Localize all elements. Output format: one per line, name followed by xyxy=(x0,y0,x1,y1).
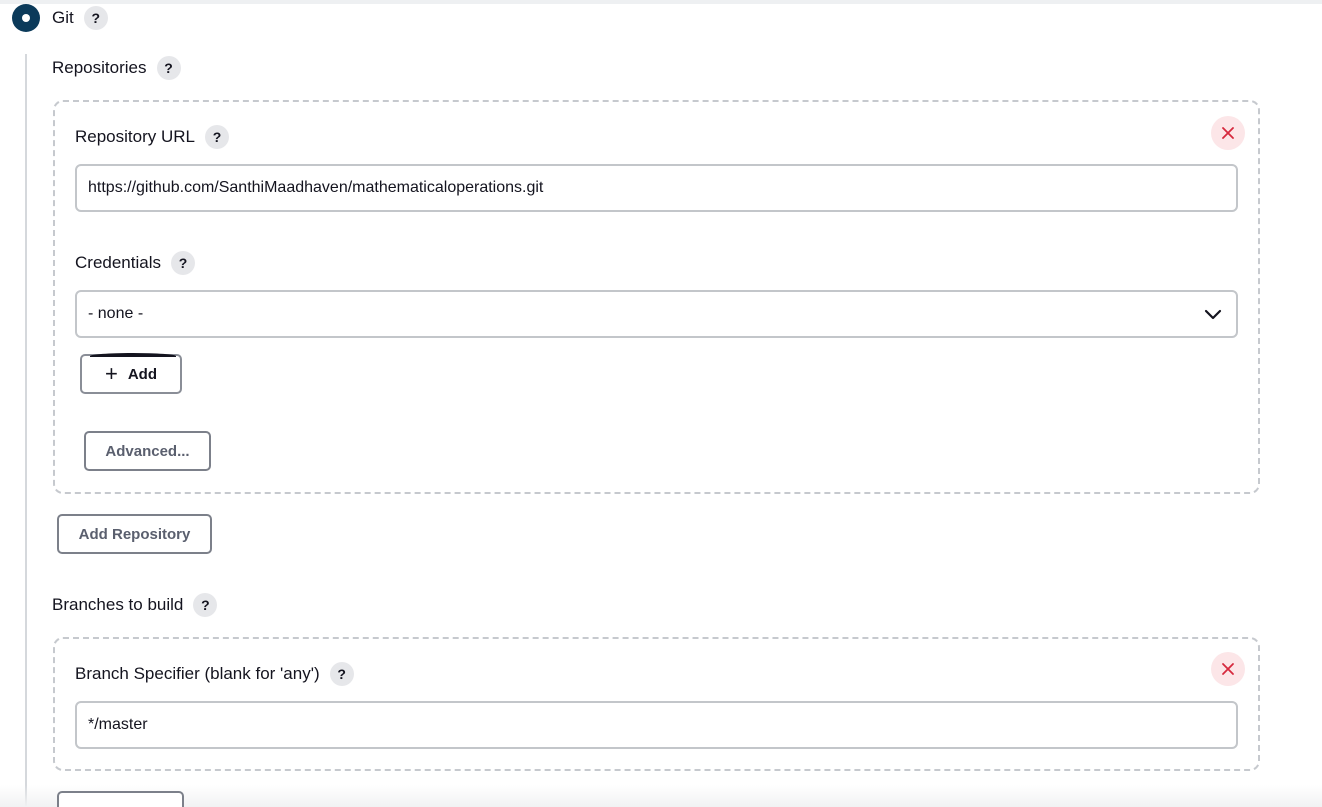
advanced-button-label: Advanced... xyxy=(105,442,190,460)
repository-url-value: https://github.com/SanthiMaadhaven/mathe… xyxy=(88,179,544,196)
radio-selected-dot xyxy=(22,14,30,22)
branch-specifier-value: */master xyxy=(88,716,148,733)
credentials-select[interactable]: - none - xyxy=(75,290,1238,338)
git-option[interactable]: Git ? xyxy=(12,3,108,33)
repositories-help-icon[interactable]: ? xyxy=(156,56,181,80)
top-divider xyxy=(0,0,1322,4)
credentials-heading: Credentials ? xyxy=(75,250,195,276)
bottom-bar-shadow xyxy=(0,785,1322,807)
repository-url-heading: Repository URL ? xyxy=(75,124,229,150)
git-radio-button[interactable] xyxy=(12,4,40,32)
credentials-help-icon[interactable]: ? xyxy=(171,251,195,275)
branch-specifier-input[interactable]: */master xyxy=(75,701,1238,749)
repository-url-input[interactable]: https://github.com/SanthiMaadhaven/mathe… xyxy=(75,164,1238,212)
chevron-down-icon xyxy=(1204,309,1222,320)
git-option-label: Git xyxy=(52,8,74,27)
repository-url-label: Repository URL xyxy=(75,127,195,146)
close-icon xyxy=(1222,127,1234,139)
plus-icon: + xyxy=(104,361,118,386)
add-credentials-label: Add xyxy=(127,365,158,383)
branch-specifier-label: Branch Specifier (blank for 'any') xyxy=(75,664,320,683)
credentials-selected-value: - none - xyxy=(88,305,144,322)
delete-branch-button[interactable] xyxy=(1211,652,1245,686)
add-button-focus-outline xyxy=(90,353,176,359)
close-icon xyxy=(1222,663,1234,675)
add-credentials-button[interactable]: + Add xyxy=(80,353,182,394)
add-repository-button[interactable]: Add Repository xyxy=(57,514,212,554)
git-help-icon[interactable]: ? xyxy=(83,6,108,30)
repository-url-help-icon[interactable]: ? xyxy=(205,125,229,149)
branches-help-icon[interactable]: ? xyxy=(193,593,218,617)
branch-specifier-heading: Branch Specifier (blank for 'any') ? xyxy=(75,661,354,687)
nested-section-line xyxy=(25,54,27,807)
branches-label: Branches to build xyxy=(52,595,184,614)
branch-specifier-help-icon[interactable]: ? xyxy=(329,662,354,686)
repositories-label: Repositories xyxy=(52,58,147,77)
git-scm-config-page: Git ? Repositories ? Repository URL ? ht… xyxy=(0,0,1322,807)
delete-repository-button[interactable] xyxy=(1211,116,1245,150)
branches-heading: Branches to build ? xyxy=(52,592,218,618)
repositories-heading: Repositories ? xyxy=(52,55,181,81)
add-branch-button[interactable] xyxy=(57,791,184,807)
add-repository-label: Add Repository xyxy=(78,525,191,543)
advanced-button[interactable]: Advanced... xyxy=(84,431,211,471)
credentials-label: Credentials xyxy=(75,253,161,272)
